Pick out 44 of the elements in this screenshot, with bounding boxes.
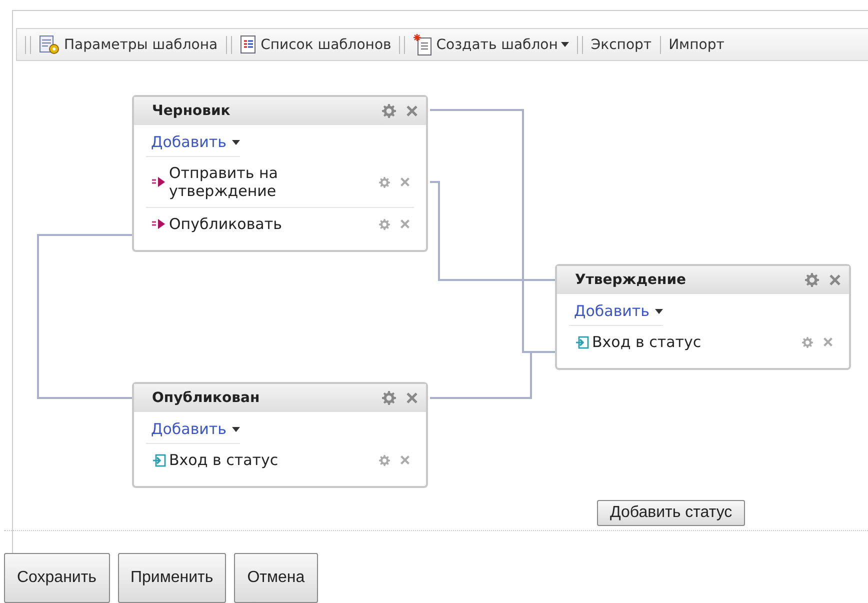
add-status-button[interactable]: Добавить статус bbox=[597, 500, 746, 526]
enter-icon bbox=[152, 454, 166, 466]
caret-icon bbox=[560, 42, 569, 47]
form-button[interactable]: Отмена bbox=[234, 553, 318, 603]
toolbar-button[interactable]: Список шаблонов bbox=[238, 34, 394, 54]
settings-icon[interactable] bbox=[802, 336, 813, 348]
settings-icon[interactable] bbox=[805, 273, 819, 287]
add-link[interactable]: Добавить bbox=[146, 133, 240, 157]
close-icon[interactable] bbox=[829, 274, 841, 286]
status-title: Утверждение bbox=[575, 272, 687, 288]
action-label: Вход в статус bbox=[169, 451, 280, 469]
action-label: Отправить на утверждение bbox=[169, 164, 279, 200]
document-settings-icon bbox=[39, 34, 61, 54]
caret-icon bbox=[232, 426, 240, 432]
toolbar-button[interactable]: Экспорт bbox=[588, 36, 654, 52]
close-icon[interactable] bbox=[400, 219, 410, 229]
close-icon[interactable] bbox=[400, 455, 410, 465]
enter-icon bbox=[575, 336, 589, 348]
settings-icon[interactable] bbox=[382, 104, 396, 118]
settings-icon[interactable] bbox=[379, 176, 390, 188]
action-label: Вход в статус bbox=[592, 333, 702, 351]
form-button[interactable]: Применить bbox=[118, 553, 226, 603]
form-button[interactable]: Сохранить bbox=[4, 553, 110, 603]
toolbar-button[interactable]: Параметры шаблона bbox=[37, 34, 220, 54]
settings-icon[interactable] bbox=[382, 391, 396, 405]
toolbar-button[interactable]: Импорт bbox=[666, 36, 726, 52]
status-title: Черновик bbox=[152, 103, 232, 119]
close-icon[interactable] bbox=[406, 392, 418, 404]
add-link[interactable]: Добавить bbox=[146, 420, 240, 444]
caret-icon bbox=[654, 308, 663, 314]
close-icon[interactable] bbox=[823, 337, 833, 347]
caret-icon bbox=[232, 140, 240, 144]
transition-icon bbox=[152, 176, 166, 188]
action-label: Опубликовать bbox=[169, 215, 283, 233]
list-icon bbox=[240, 34, 258, 54]
close-icon[interactable] bbox=[406, 105, 418, 117]
add-link[interactable]: Добавить bbox=[569, 302, 663, 326]
transition-icon bbox=[152, 218, 166, 230]
toolbar-button[interactable]: Создать шаблон bbox=[411, 34, 571, 56]
settings-icon[interactable] bbox=[379, 218, 390, 230]
close-icon[interactable] bbox=[400, 177, 410, 187]
settings-icon[interactable] bbox=[379, 454, 390, 466]
new-document-icon bbox=[413, 34, 434, 56]
status-title: Опубликован bbox=[152, 390, 261, 406]
